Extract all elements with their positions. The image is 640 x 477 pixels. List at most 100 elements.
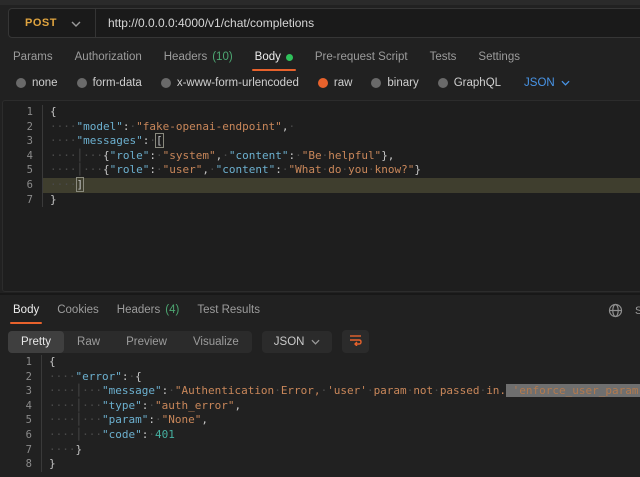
code-token: ····│··· xyxy=(50,149,103,162)
view-pretty[interactable]: Pretty xyxy=(8,331,64,353)
line-number: 2 xyxy=(3,120,43,135)
code-token: { xyxy=(103,149,110,162)
line-number: 7 xyxy=(3,193,43,208)
radio-label: x-www-form-urlencoded xyxy=(177,77,299,89)
code-token: 401 xyxy=(155,428,175,441)
body-type-options: none form-data x-www-form-urlencoded raw bin… xyxy=(16,77,570,89)
code-token: "content" xyxy=(216,163,276,176)
radio-circle-icon xyxy=(77,78,87,88)
code-token: "param" xyxy=(102,413,148,426)
code-line-content: { xyxy=(43,105,640,120)
code-token: "auth_error" xyxy=(155,399,234,412)
code-token: do xyxy=(328,163,341,176)
code-line-content: ····│···"message":·"Authentication·Error… xyxy=(42,384,640,399)
code-token: 'user' xyxy=(327,384,367,397)
radio-none[interactable]: none xyxy=(16,77,58,89)
radio-label: form-data xyxy=(93,77,142,89)
tab-tests[interactable]: Tests xyxy=(429,49,458,69)
line-number: 5 xyxy=(3,163,43,178)
tab-params[interactable]: Params xyxy=(12,49,54,69)
code-line-content: { xyxy=(42,355,640,370)
tab-headers[interactable]: Headers(10) xyxy=(163,49,234,69)
code-token: { xyxy=(135,370,142,383)
tab-body[interactable]: Body xyxy=(254,49,294,69)
line-number: 7 xyxy=(2,443,42,458)
code-token: "model" xyxy=(77,120,123,133)
code-line-content: ····│···{"role":·"system",·"content":·"B… xyxy=(43,149,640,164)
line-number: 6 xyxy=(3,178,43,193)
code-line: 6····] xyxy=(3,178,640,193)
code-line: 3····"messages":·[ xyxy=(3,134,640,149)
body-format-select[interactable]: JSON xyxy=(524,77,570,89)
tab-settings[interactable]: Settings xyxy=(477,49,521,69)
code-token: ···· xyxy=(50,120,77,133)
code-token: "user" xyxy=(163,163,203,176)
url-input[interactable]: http://0.0.0.0:4000/v1/chat/completions xyxy=(96,16,314,30)
code-line-content: } xyxy=(43,193,640,208)
code-token: · xyxy=(367,384,374,397)
response-toolbar: PrettyRawPreviewVisualize JSON xyxy=(8,330,369,353)
response-body-editor[interactable]: 1{2····"error":·{3····│···"message":·"Au… xyxy=(2,355,640,477)
radio-x-www-form-urlencoded[interactable]: x-www-form-urlencoded xyxy=(161,77,299,89)
tab-label: Settings xyxy=(478,51,520,63)
code-token: }, xyxy=(381,149,394,162)
line-number: 2 xyxy=(2,370,42,385)
view-raw[interactable]: Raw xyxy=(64,331,113,353)
code-line: 5····│···{"role":·"user",·"content":·"Wh… xyxy=(3,163,640,178)
radio-binary[interactable]: binary xyxy=(371,77,418,89)
code-line-content: ····"messages":·[ xyxy=(43,134,640,149)
method-label: POST xyxy=(25,17,57,29)
radio-raw[interactable]: raw xyxy=(318,77,353,89)
code-token: ] xyxy=(76,177,85,192)
code-line: 6····│···"code":·401 xyxy=(2,428,640,443)
code-token: in. xyxy=(486,384,506,397)
radio-label: GraphQL xyxy=(454,77,501,89)
code-line: 1{ xyxy=(2,355,640,370)
tab-label: Headers xyxy=(117,304,160,316)
code-token: · xyxy=(288,120,295,133)
request-body-editor[interactable]: 1{2····"model":·"fake-openai-endpoint",·… xyxy=(2,100,640,292)
code-line: 4····│···"type":·"auth_error", xyxy=(2,399,640,414)
radio-circle-icon xyxy=(371,78,381,88)
line-number: 1 xyxy=(2,355,42,370)
response-tab-headers[interactable]: Headers (4) xyxy=(116,302,181,322)
radio-graphql[interactable]: GraphQL xyxy=(438,77,501,89)
response-tab-test-results[interactable]: Test Results xyxy=(196,302,261,322)
wrap-lines-button[interactable] xyxy=(342,330,369,353)
view-preview[interactable]: Preview xyxy=(113,331,180,353)
tab-pre-request-script[interactable]: Pre-request Script xyxy=(314,49,409,69)
code-token: ····│··· xyxy=(50,163,103,176)
code-token: { xyxy=(103,163,110,176)
status-text-clipped: S xyxy=(635,305,640,317)
tab-label: Cookies xyxy=(57,304,99,316)
radio-label: none xyxy=(32,77,58,89)
code-token: not xyxy=(413,384,433,397)
tab-authorization[interactable]: Authorization xyxy=(74,49,143,69)
request-tabs: Params Authorization Headers(10) Body Pre-re… xyxy=(12,49,521,69)
code-token: ···· xyxy=(50,134,77,147)
view-visualize[interactable]: Visualize xyxy=(180,331,252,353)
response-tab-cookies[interactable]: Cookies xyxy=(56,302,100,322)
chevron-down-icon xyxy=(561,77,570,89)
code-line-content: ····│···"code":·401 xyxy=(42,428,640,443)
tab-count: (4) xyxy=(165,304,179,316)
radio-form-data[interactable]: form-data xyxy=(77,77,142,89)
response-format-select[interactable]: JSON xyxy=(262,331,333,353)
code-line-content: ····] xyxy=(43,178,640,193)
globe-icon[interactable] xyxy=(608,303,623,323)
code-token: "Authentication xyxy=(175,384,274,397)
method-dropdown[interactable]: POST xyxy=(9,9,95,37)
code-token: "None" xyxy=(162,413,202,426)
line-number: 3 xyxy=(2,384,42,399)
tab-label: Pre-request Script xyxy=(315,51,408,63)
code-token: "role" xyxy=(110,163,150,176)
code-token: "system" xyxy=(163,149,216,162)
radio-label: raw xyxy=(334,77,353,89)
line-number: 8 xyxy=(2,457,42,472)
code-line: 3····│···"message":·"Authentication·Erro… xyxy=(2,384,640,399)
code-token: ···· xyxy=(50,178,77,191)
tab-label: Authorization xyxy=(75,51,142,63)
response-tab-body[interactable]: Body xyxy=(12,302,40,322)
window-top-strip xyxy=(0,0,640,5)
code-token: "type" xyxy=(102,399,142,412)
